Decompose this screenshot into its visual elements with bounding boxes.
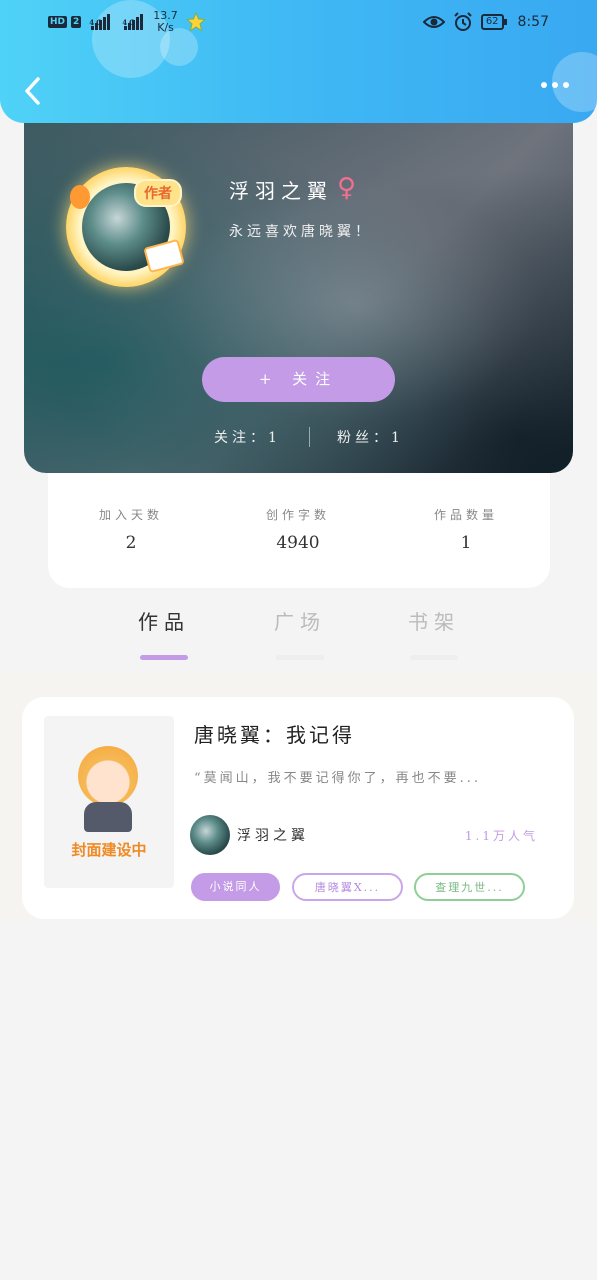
follow-button[interactable]: + 关注 bbox=[202, 357, 395, 402]
eye-icon bbox=[422, 16, 445, 28]
speed-unit: K/s bbox=[157, 21, 174, 34]
cover-placeholder-text: 封面建设中 bbox=[71, 841, 147, 859]
tab-label: 作品 bbox=[138, 610, 190, 634]
back-button[interactable] bbox=[22, 76, 44, 106]
status-bar: HD 2 4G 4G 13.7 K/s 62 8:57 bbox=[0, 0, 597, 44]
sim-badge: 2 bbox=[71, 16, 82, 28]
following-count[interactable]: 关注：1 bbox=[214, 427, 281, 447]
more-dot-icon bbox=[563, 82, 569, 88]
signal-icon: 4G bbox=[122, 14, 144, 30]
network-speed: 13.7 K/s bbox=[153, 10, 178, 34]
tag-chip[interactable]: 查理九世... bbox=[414, 873, 525, 901]
chevron-left-icon bbox=[25, 77, 40, 105]
book-cover[interactable]: 封面建设中 bbox=[44, 716, 174, 888]
tab-indicator bbox=[410, 655, 458, 660]
author-avatar-frame[interactable]: 作者 bbox=[66, 167, 186, 287]
stat-works-count: 作品数量 1 bbox=[396, 506, 536, 553]
stat-word-count: 创作字数 4940 bbox=[228, 506, 368, 553]
stat-label: 创作字数 bbox=[265, 508, 330, 522]
popularity-count: 1.1万人气 bbox=[464, 829, 538, 843]
work-title[interactable]: 唐晓翼：我记得 bbox=[194, 719, 355, 748]
user-bio: 永远喜欢唐晓翼！ bbox=[229, 224, 373, 240]
work-excerpt: “莫闻山，我不要记得你了，再也不要... bbox=[194, 771, 482, 786]
stats-panel: 加入天数 2 创作字数 4940 作品数量 1 bbox=[48, 473, 550, 588]
stat-value: 4940 bbox=[276, 533, 320, 553]
more-dot-icon bbox=[552, 82, 558, 88]
tab-works[interactable]: 作品 bbox=[114, 606, 214, 660]
top-header: HD 2 4G 4G 13.7 K/s 62 8:57 bbox=[0, 0, 597, 123]
stat-value: 2 bbox=[125, 533, 137, 553]
alarm-icon bbox=[454, 12, 472, 31]
content-tabs: 作品 广场 书架 bbox=[0, 606, 597, 666]
tab-bookshelf[interactable]: 书架 bbox=[384, 606, 484, 660]
stat-label: 作品数量 bbox=[433, 508, 498, 522]
tab-label: 广场 bbox=[274, 610, 326, 634]
tab-indicator bbox=[276, 655, 324, 660]
work-card[interactable]: 封面建设中 唐晓翼：我记得 “莫闻山，我不要记得你了，再也不要... 浮羽之翼 … bbox=[22, 697, 574, 919]
network-type: 4G bbox=[89, 18, 105, 27]
author-badge: 作者 bbox=[134, 179, 182, 207]
hd-badge: HD bbox=[48, 16, 68, 28]
tab-indicator bbox=[140, 655, 188, 660]
star-icon bbox=[185, 12, 206, 32]
more-dot-icon bbox=[541, 82, 547, 88]
work-author-name[interactable]: 浮羽之翼 bbox=[237, 825, 309, 845]
female-icon: ♀ bbox=[337, 173, 357, 203]
clock: 8:57 bbox=[517, 14, 549, 30]
cover-character-body bbox=[84, 802, 132, 832]
signal-icon: 4G bbox=[89, 14, 111, 30]
stat-join-days: 加入天数 2 bbox=[61, 506, 201, 553]
avatar[interactable] bbox=[190, 815, 230, 855]
more-button[interactable] bbox=[541, 82, 569, 88]
network-type: 4G bbox=[122, 18, 138, 27]
battery-icon: 62 bbox=[480, 14, 507, 30]
fans-count[interactable]: 粉丝：1 bbox=[337, 427, 404, 447]
tab-label: 书架 bbox=[408, 610, 460, 634]
divider bbox=[309, 427, 310, 447]
user-nickname: 浮羽之翼 bbox=[229, 179, 333, 203]
leaf-decoration-icon bbox=[70, 185, 90, 209]
stat-value: 1 bbox=[460, 533, 472, 553]
cover-character-illustration bbox=[78, 746, 138, 806]
profile-hero-card: 作者 浮羽之翼 ♀ 永远喜欢唐晓翼！ + 关注 关注：1 粉丝：1 bbox=[24, 95, 573, 473]
tab-plaza[interactable]: 广场 bbox=[250, 606, 350, 660]
tag-chip[interactable]: 小说同人 bbox=[191, 873, 280, 901]
stat-label: 加入天数 bbox=[98, 508, 163, 522]
tag-chip[interactable]: 唐晓翼X... bbox=[292, 873, 403, 901]
